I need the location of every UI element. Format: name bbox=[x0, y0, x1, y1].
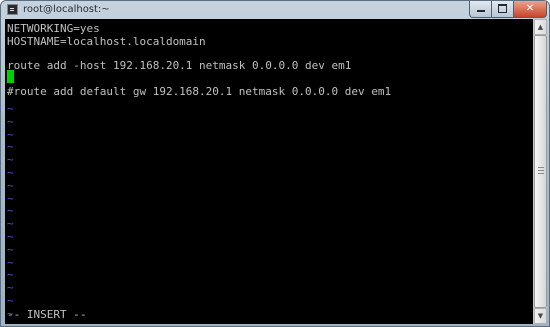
grip-line bbox=[538, 167, 544, 168]
down-arrow-icon: ▼ bbox=[537, 312, 544, 320]
terminal-app-icon[interactable] bbox=[7, 4, 18, 15]
editor-line-1: NETWORKING=yes bbox=[7, 22, 100, 35]
title-bar[interactable]: root@localhost:~ ✕ bbox=[1, 1, 549, 19]
text-cursor bbox=[7, 70, 14, 83]
editor-line-4: route add -host 192.168.20.1 netmask 0.0… bbox=[7, 59, 352, 72]
maximize-button[interactable] bbox=[491, 1, 514, 18]
scroll-up-button[interactable]: ▲ bbox=[534, 19, 547, 35]
minimize-icon bbox=[476, 10, 485, 12]
tilde-marker: ~ bbox=[7, 102, 14, 115]
minimize-button[interactable] bbox=[469, 1, 492, 18]
maximize-icon bbox=[498, 4, 507, 13]
scrollbar-thumb[interactable] bbox=[534, 35, 547, 308]
tilde-marker: ~ bbox=[7, 153, 14, 167]
grip-line bbox=[538, 170, 544, 171]
editor-line-6: #route add default gw 192.168.20.1 netma… bbox=[7, 85, 392, 98]
grip-line bbox=[538, 173, 544, 174]
up-arrow-icon: ▲ bbox=[537, 23, 544, 31]
tilde-marker: ~ bbox=[7, 127, 14, 141]
scroll-down-button[interactable]: ▼ bbox=[534, 308, 547, 324]
terminal-window: root@localhost:~ ✕ NETWORKING=yes HOSTNA… bbox=[0, 0, 550, 327]
tilde-marker: ~ bbox=[7, 255, 14, 269]
tilde-marker: ~ bbox=[7, 178, 14, 192]
close-button[interactable]: ✕ bbox=[513, 1, 547, 18]
tilde-marker: ~ bbox=[7, 242, 14, 256]
tilde-marker: ~ bbox=[7, 294, 14, 307]
vertical-scrollbar[interactable]: ▲ ▼ bbox=[533, 19, 547, 324]
tilde-marker: ~ bbox=[7, 230, 14, 243]
tilde-marker: ~ bbox=[7, 204, 14, 218]
tilde-marker: ~ bbox=[7, 217, 14, 231]
tilde-marker: ~ bbox=[7, 166, 14, 179]
tilde-marker: ~ bbox=[7, 281, 14, 295]
vim-mode-status: -- INSERT -- bbox=[7, 308, 87, 321]
tilde-marker: ~ bbox=[7, 268, 14, 282]
editor-line-2: HOSTNAME=localhost.localdomain bbox=[7, 35, 206, 48]
tilde-marker: ~ bbox=[7, 114, 14, 128]
tilde-marker: ~ bbox=[7, 191, 14, 205]
terminal-area[interactable]: NETWORKING=yes HOSTNAME=localhost.locald… bbox=[5, 19, 533, 324]
close-icon: ✕ bbox=[525, 3, 535, 14]
window-title: root@localhost:~ bbox=[23, 4, 110, 15]
tilde-marker: ~ bbox=[7, 140, 14, 154]
